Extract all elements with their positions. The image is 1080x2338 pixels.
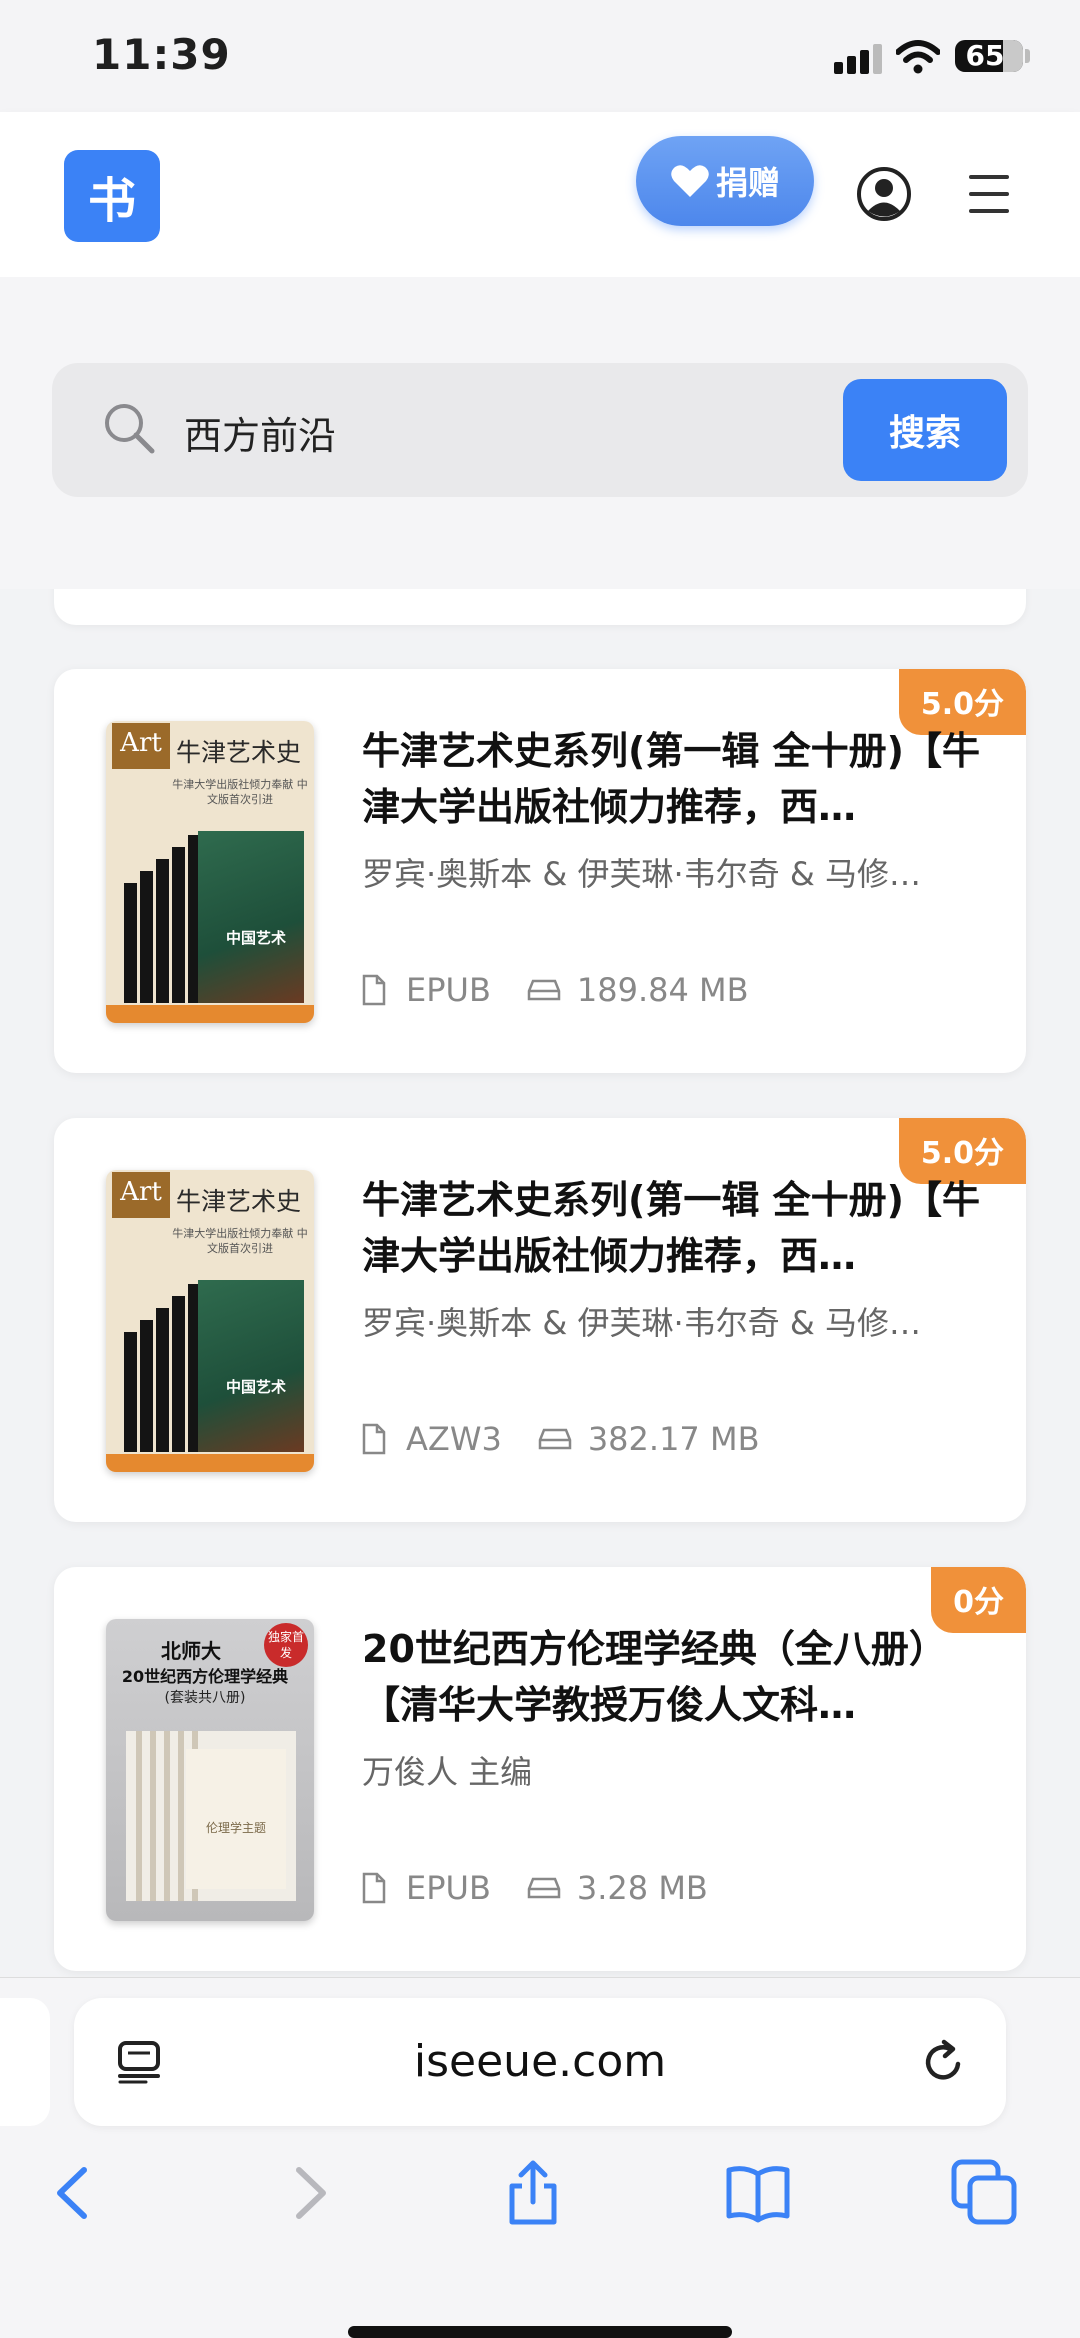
wifi-icon bbox=[896, 40, 940, 74]
book-cover[interactable]: Art 牛津艺术史 牛津大学出版社倾力奉献 中文版首次引进 中国艺术 bbox=[106, 721, 314, 1023]
file-icon bbox=[362, 1872, 386, 1904]
address-bar[interactable]: iseeue.com bbox=[74, 1998, 1006, 2126]
cover-title: 牛津艺术史 bbox=[176, 738, 302, 767]
book-title[interactable]: 牛津艺术史系列(第一辑 全十册)【牛津大学出版社倾力推荐，西… bbox=[362, 723, 982, 835]
storage-icon bbox=[527, 1877, 561, 1899]
book-size: 3.28 MB bbox=[576, 1869, 708, 1907]
bookmarks-icon[interactable] bbox=[723, 2158, 793, 2228]
search-input[interactable] bbox=[182, 391, 886, 473]
cover-art-label: Art bbox=[112, 1172, 170, 1218]
book-author: 罗宾·奥斯本 & 伊芙琳·韦尔奇 & 马修… bbox=[362, 1304, 921, 1342]
back-icon[interactable] bbox=[40, 2158, 110, 2228]
book-title[interactable]: 牛津艺术史系列(第一辑 全十册)【牛津大学出版社倾力推荐，西… bbox=[362, 1172, 982, 1284]
book-cover[interactable]: 北师大 20世纪西方伦理学经典 (套装共八册) 独家首发 伦理学主题 bbox=[106, 1619, 314, 1921]
book-card[interactable]: 5.0分 Art 牛津艺术史 牛津大学出版社倾力奉献 中文版首次引进 中国艺术 … bbox=[54, 1118, 1026, 1522]
browser-toolbar: iseeue.com bbox=[0, 1977, 1080, 2338]
battery-level: 65 bbox=[965, 39, 1005, 72]
donate-label: 捐赠 bbox=[715, 164, 780, 202]
book-meta: EPUB 189.84 MB bbox=[362, 971, 749, 1009]
exclusive-stamp: 独家首发 bbox=[264, 1623, 308, 1667]
book-size: 189.84 MB bbox=[576, 971, 749, 1009]
tabs-icon[interactable] bbox=[950, 2158, 1020, 2228]
heart-icon bbox=[671, 165, 709, 197]
cover-subtitle: 牛津大学出版社倾力奉献 中文版首次引进 bbox=[172, 778, 308, 806]
cellular-signal-icon bbox=[834, 44, 884, 74]
cover-inner-text: 中国艺术 bbox=[226, 929, 287, 947]
battery-icon: 65 bbox=[955, 39, 1023, 72]
file-icon bbox=[362, 974, 386, 1006]
book-card[interactable]: 5.0分 Art 牛津艺术史 牛津大学出版社倾力奉献 中文版首次引进 中国艺术 … bbox=[54, 669, 1026, 1073]
results-list: 5.0分 Art 牛津艺术史 牛津大学出版社倾力奉献 中文版首次引进 中国艺术 … bbox=[0, 589, 1080, 1977]
site-logo[interactable]: 书 bbox=[64, 150, 160, 242]
status-time: 11:39 bbox=[92, 30, 231, 79]
site-header: 书 捐赠 bbox=[0, 112, 1080, 277]
search-button[interactable]: 搜索 bbox=[843, 379, 1007, 481]
donate-button[interactable]: 捐赠 bbox=[636, 136, 814, 226]
storage-icon bbox=[527, 979, 561, 1001]
cover-art-label: Art bbox=[112, 723, 170, 769]
book-size: 382.17 MB bbox=[587, 1420, 760, 1458]
cover-inner-text: 伦理学主题 bbox=[186, 1749, 286, 1889]
battery-tip bbox=[1025, 49, 1030, 63]
reload-icon[interactable] bbox=[920, 2038, 968, 2086]
cover-line-2: 20世纪西方伦理学经典 bbox=[121, 1667, 289, 1686]
user-account-icon[interactable] bbox=[856, 166, 912, 222]
file-icon bbox=[362, 1423, 386, 1455]
book-meta: AZW3 382.17 MB bbox=[362, 1420, 760, 1458]
book-meta: EPUB 3.28 MB bbox=[362, 1869, 708, 1907]
cover-title: 牛津艺术史 bbox=[176, 1187, 302, 1216]
search-box: 搜索 bbox=[52, 363, 1028, 497]
search-icon bbox=[105, 404, 155, 454]
storage-icon bbox=[538, 1428, 572, 1450]
previous-card-edge bbox=[54, 589, 1026, 625]
book-card[interactable]: 0分 北师大 20世纪西方伦理学经典 (套装共八册) 独家首发 伦理学主题 20… bbox=[54, 1567, 1026, 1971]
status-bar: 11:39 65 bbox=[0, 0, 1080, 112]
url-text[interactable]: iseeue.com bbox=[74, 1998, 1006, 2126]
book-cover[interactable]: Art 牛津艺术史 牛津大学出版社倾力奉献 中文版首次引进 中国艺术 bbox=[106, 1170, 314, 1472]
book-format: EPUB bbox=[406, 1869, 491, 1907]
forward-icon[interactable] bbox=[273, 2158, 343, 2228]
cover-inner-text: 中国艺术 bbox=[226, 1378, 287, 1396]
cover-subtitle: 牛津大学出版社倾力奉献 中文版首次引进 bbox=[172, 1227, 308, 1255]
hamburger-menu-icon[interactable] bbox=[969, 175, 1009, 213]
book-author: 罗宾·奥斯本 & 伊芙琳·韦尔奇 & 马修… bbox=[362, 855, 921, 893]
share-icon[interactable] bbox=[498, 2158, 568, 2228]
book-title[interactable]: 20世纪西方伦理学经典（全八册）【清华大学教授万俊人文科… bbox=[362, 1621, 982, 1733]
book-author: 万俊人 主编 bbox=[362, 1753, 533, 1791]
previous-tab-preview[interactable] bbox=[0, 1998, 50, 2126]
book-format: EPUB bbox=[406, 971, 491, 1009]
book-format: AZW3 bbox=[406, 1420, 502, 1458]
cover-line-1: 北师大 bbox=[161, 1639, 221, 1663]
search-section: 搜索 bbox=[0, 277, 1080, 589]
home-indicator bbox=[348, 2326, 732, 2338]
cover-line-3: (套装共八册) bbox=[164, 1690, 246, 1706]
